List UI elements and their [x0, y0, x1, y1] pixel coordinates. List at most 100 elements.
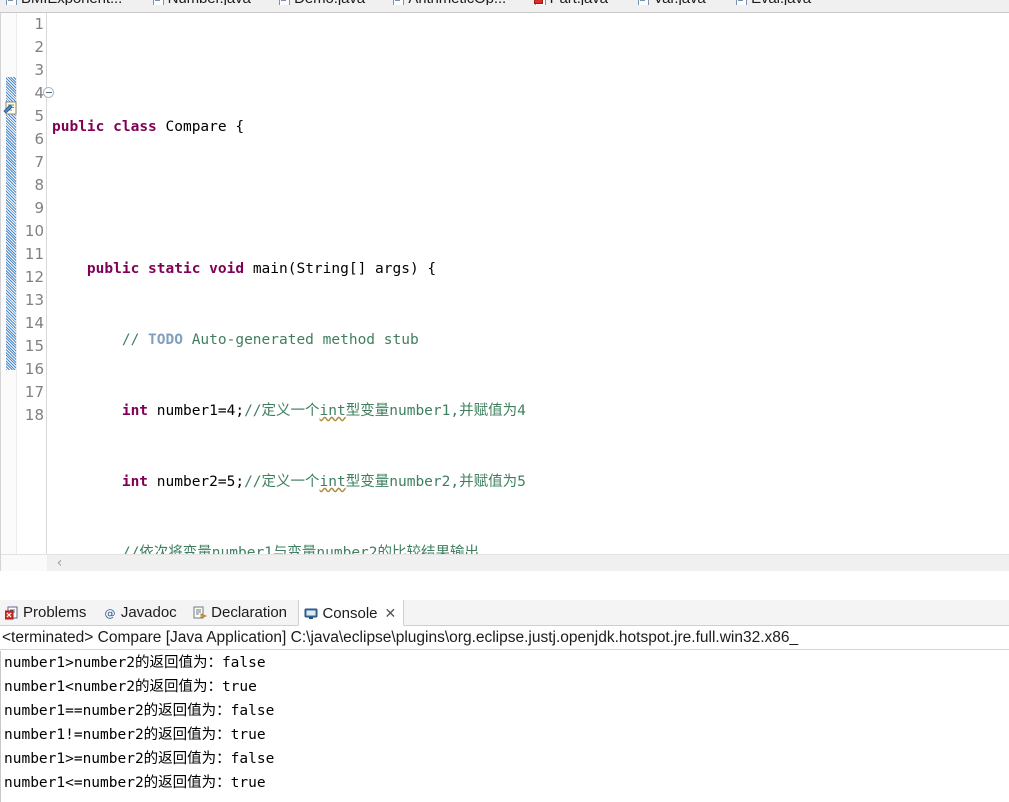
- scroll-left-arrow-icon[interactable]: ‹: [53, 556, 66, 570]
- line-number: 12: [24, 268, 44, 286]
- method-signature: main(String[] args) {: [252, 261, 437, 277]
- comment-slashes: //: [121, 332, 149, 348]
- line-number: 16: [24, 360, 44, 378]
- comment-text: //定义一个: [244, 474, 320, 490]
- line-number: 15: [24, 337, 44, 355]
- tab-label: Console: [322, 605, 378, 622]
- console-output-line: number1<=number2的返回值为：true: [4, 775, 266, 791]
- console-output-area[interactable]: number1>number2的返回值为：false number1<numbe…: [0, 651, 1009, 802]
- tab-javadoc[interactable]: @ Javadoc: [98, 600, 184, 626]
- editor-tab-label: BMIExponent...: [21, 0, 122, 5]
- comment-spellcheck-word: int: [319, 403, 346, 419]
- java-source-editor[interactable]: 1 2 3 4 5 6 7 8 9 10 11 12 13 14 15 16 1…: [0, 13, 1009, 571]
- comment-text: 型变量number2,并赋值为5: [345, 474, 526, 490]
- console-icon: [304, 604, 318, 619]
- java-file-icon: [279, 0, 291, 5]
- comment-text: 型变量number1,并赋值为4: [345, 403, 526, 419]
- tab-console[interactable]: Console ✕: [298, 600, 405, 626]
- declaration: number1=4;: [148, 403, 245, 419]
- change-indicator-bar: [6, 77, 16, 370]
- declaration: number2=5;: [148, 474, 245, 490]
- line-number: 4: [17, 82, 54, 105]
- tab-problems[interactable]: Problems: [0, 600, 93, 626]
- line-number: 18: [24, 406, 44, 424]
- line-number: 10: [24, 222, 44, 240]
- comment-text: //定义一个: [244, 403, 320, 419]
- todo-tag: TODO: [148, 332, 183, 348]
- code-line-4: public static void main(String[] args) {: [48, 258, 1009, 281]
- line-number: 3: [34, 61, 44, 79]
- editor-tab-label: Eval.java: [751, 0, 811, 5]
- javadoc-at-icon: @: [103, 603, 117, 620]
- line-number: 5: [34, 107, 44, 125]
- line-number: 14: [24, 314, 44, 332]
- line-number: 17: [24, 383, 44, 401]
- editor-tab-eval[interactable]: Eval.java: [730, 0, 819, 5]
- editor-tab-label: Part.java: [550, 0, 608, 5]
- console-output-line: number1>number2的返回值为：false: [4, 655, 266, 671]
- console-output-line: number1!=number2的返回值为：true: [4, 727, 266, 743]
- console-output-line: number1<number2的返回值为：true: [4, 679, 257, 695]
- line-number-ruler: 1 2 3 4 5 6 7 8 9 10 11 12 13 14 15 16 1…: [17, 13, 54, 571]
- editor-tab-var[interactable]: Var.java: [632, 0, 713, 5]
- close-icon[interactable]: ✕: [385, 600, 397, 626]
- keyword-int: int: [121, 474, 149, 490]
- console-output-line: number1>=number2的返回值为：false: [4, 751, 275, 767]
- java-file-icon: [152, 0, 164, 5]
- console-process-description: <terminated> Compare [Java Application] …: [0, 626, 1009, 650]
- annotation-ruler[interactable]: [1, 13, 17, 571]
- line-number: 9: [34, 199, 44, 217]
- keyword-int: int: [121, 403, 149, 419]
- editor-tab-part[interactable]: Part.java: [529, 0, 616, 5]
- editor-tab-label: Var.java: [653, 0, 705, 5]
- svg-text:@: @: [104, 607, 115, 620]
- tab-label: Problems: [23, 604, 87, 621]
- editor-tab-arithmeticop[interactable]: ArithmeticOp...: [387, 0, 514, 5]
- line-number: 13: [24, 291, 44, 309]
- line-number: 8: [34, 176, 44, 194]
- line-number: 11: [24, 245, 44, 263]
- java-file-error-icon: [533, 0, 546, 5]
- tab-declaration[interactable]: Declaration: [188, 600, 294, 626]
- editor-tab-label: Demo.java: [294, 0, 365, 5]
- todo-task-marker-icon[interactable]: [3, 101, 18, 115]
- editor-tab-label: Number.java: [168, 0, 251, 5]
- declaration-icon: [193, 603, 208, 619]
- editor-tab-demo[interactable]: Demo.java: [273, 0, 373, 5]
- tab-label: Javadoc: [120, 604, 177, 621]
- java-file-icon: [6, 0, 17, 5]
- editor-horizontal-scrollbar[interactable]: ‹: [1, 554, 1009, 571]
- comment-spellcheck-word: int: [319, 474, 346, 490]
- editor-tab-label: ArithmeticOp...: [408, 0, 506, 5]
- editor-tab-bar: BMIExponent... Number.java Demo.java Ari…: [0, 0, 1009, 13]
- java-file-icon: [393, 0, 405, 5]
- code-text-area[interactable]: public class Compare { public static voi…: [48, 13, 1009, 571]
- scrollbar-corner: [1, 555, 47, 571]
- keyword-public: public: [86, 261, 140, 277]
- editor-tab-number[interactable]: Number.java: [147, 0, 259, 5]
- code-line-6: int number1=4;//定义一个int型变量number1,并赋值为4: [48, 400, 1009, 423]
- keyword-public: public: [52, 119, 105, 135]
- view-tab-bar: Problems @ Javadoc Declaration Console ✕: [0, 600, 1009, 626]
- keyword-static: static: [148, 261, 201, 277]
- bottom-view-stack: Problems @ Javadoc Declaration Console ✕…: [0, 600, 1009, 802]
- code-line-2: public class Compare {: [48, 116, 1009, 139]
- code-line-7: int number2=5;//定义一个int型变量number2,并赋值为5: [48, 471, 1009, 494]
- line-number: 7: [34, 153, 44, 171]
- keyword-class: class: [113, 119, 157, 135]
- line-number: 2: [34, 38, 44, 56]
- line-number: 1: [34, 15, 44, 33]
- java-file-icon: [638, 0, 650, 5]
- console-output-line: number1==number2的返回值为：false: [4, 703, 275, 719]
- class-name: Compare {: [165, 119, 245, 135]
- editor-tab-bmiexponent[interactable]: BMIExponent...: [0, 0, 130, 5]
- comment-text: Auto-generated method stub: [182, 332, 419, 348]
- keyword-void: void: [209, 261, 245, 277]
- problems-icon: [4, 603, 19, 620]
